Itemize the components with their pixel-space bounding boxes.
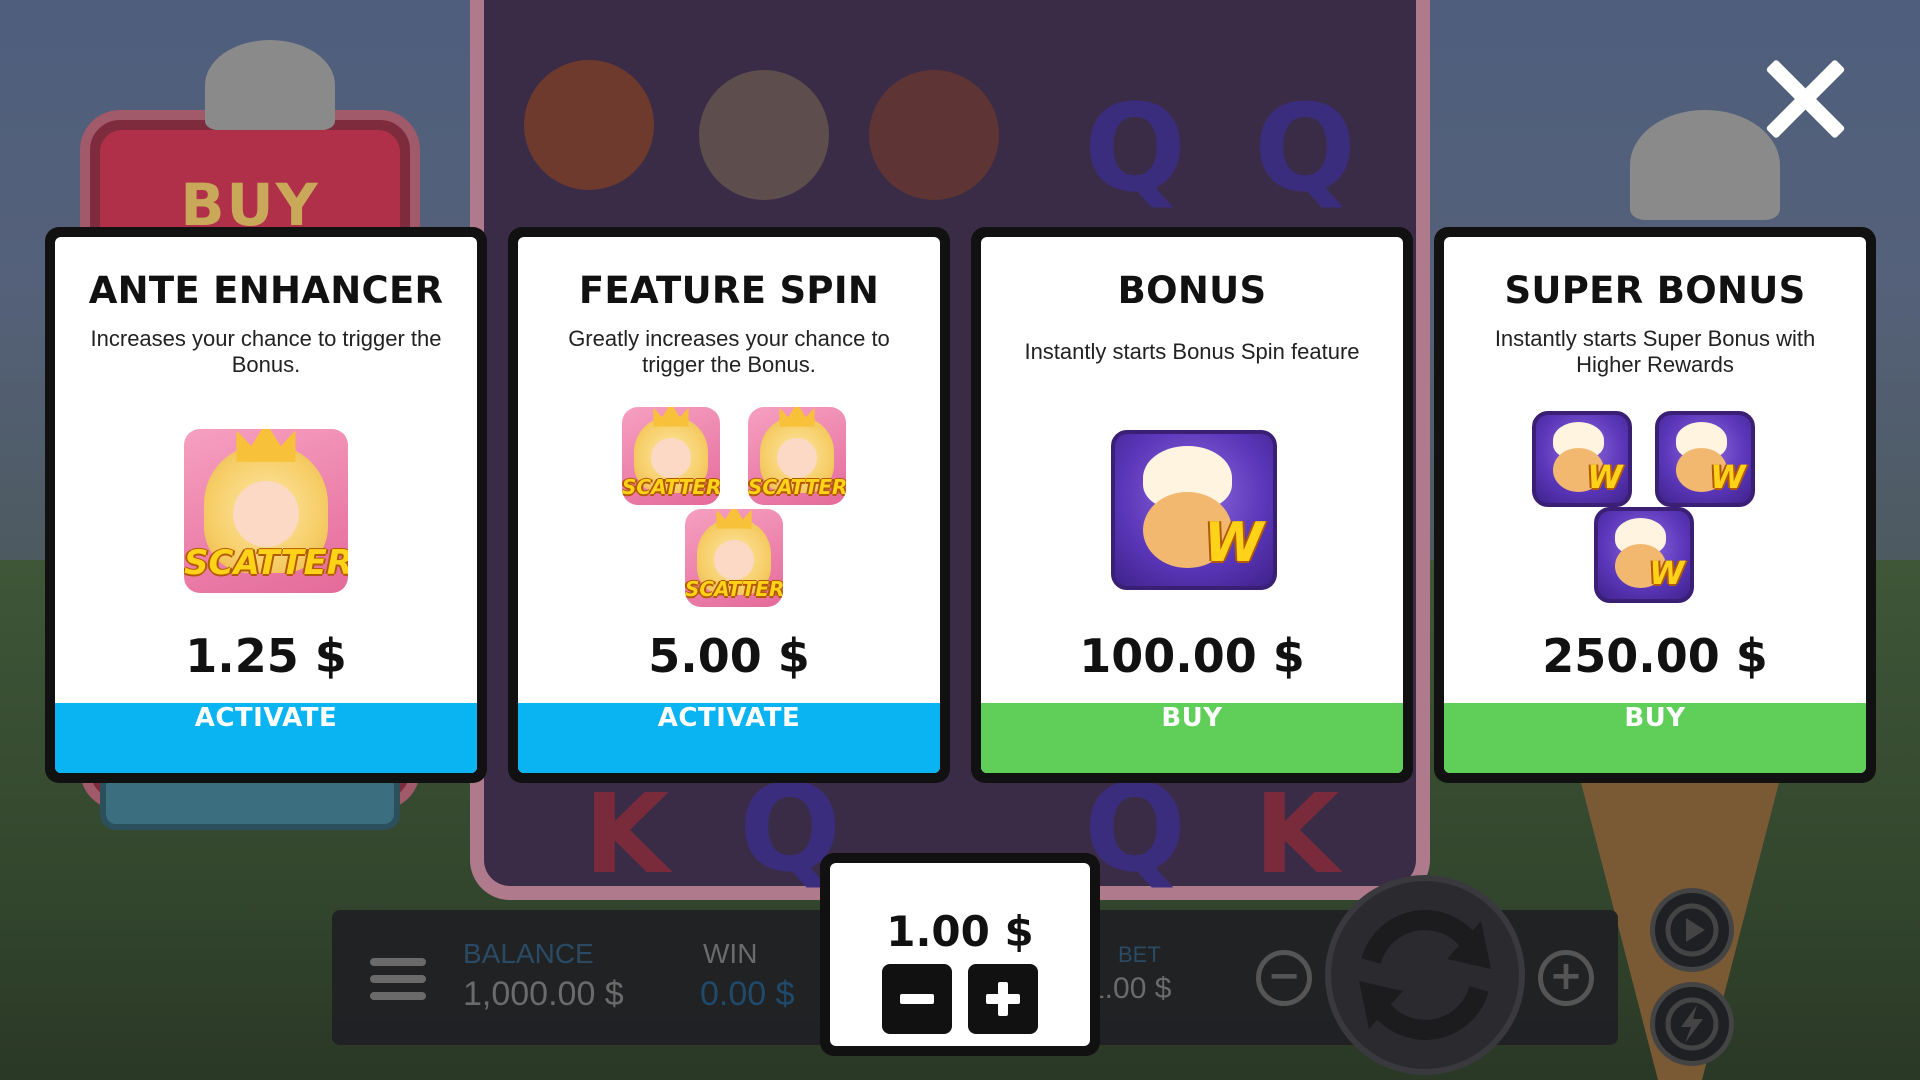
card-description: Instantly starts Bonus Spin feature: [1024, 339, 1360, 364]
scatter-label: SCATTER: [184, 543, 348, 584]
bet-value: 1.00 $: [1088, 972, 1172, 1005]
bet-minus-button[interactable]: [882, 964, 952, 1034]
card-description: Instantly starts Super Bonus with Higher…: [1494, 326, 1816, 377]
wild-symbol-icon: W: [1594, 507, 1694, 603]
wild-symbol-icon: W: [1532, 411, 1632, 507]
reel-letter-q: Q: [1254, 80, 1357, 219]
cupcake-decoration: [205, 40, 335, 130]
autoplay-button[interactable]: [1650, 888, 1734, 972]
reel-letter-k: K: [584, 770, 670, 898]
cupcake-symbol: [869, 70, 999, 200]
strawberry-symbol: [524, 60, 654, 190]
reel-letter-q: Q: [1084, 80, 1187, 219]
bet-popup-body: 1.00 $: [830, 863, 1090, 1046]
offer-card-feature-spin: FEATURE SPIN Greatly increases your chan…: [508, 227, 950, 783]
balance-label: BALANCE: [463, 938, 594, 969]
activate-button[interactable]: ACTIVATE: [55, 703, 477, 773]
wild-label: W: [1649, 553, 1685, 592]
bet-increase-button[interactable]: +: [1538, 950, 1594, 1006]
bet-label: BET: [1118, 942, 1161, 967]
offer-card-super-bonus: SUPER BONUS Instantly starts Super Bonus…: [1434, 227, 1876, 783]
spin-arrows-icon: [1359, 910, 1491, 1040]
scatter-symbol-icon: SCATTER: [685, 509, 783, 607]
offer-card-ante-enhancer: ANTE ENHANCER Increases your chance to t…: [45, 227, 487, 783]
bet-popup: 1.00 $: [820, 853, 1100, 1056]
activate-button[interactable]: ACTIVATE: [518, 703, 940, 773]
card-description: Greatly increases your chance to trigger…: [568, 326, 890, 377]
card-description: Increases your chance to trigger the Bon…: [90, 326, 442, 377]
win-value: 0.00 $: [700, 975, 795, 1013]
card-body: SUPER BONUS Instantly starts Super Bonus…: [1444, 237, 1866, 773]
card-price: 250.00 $: [1542, 629, 1768, 683]
buy-button[interactable]: BUY: [1444, 703, 1866, 773]
wild-symbol-icon: W: [1111, 430, 1277, 590]
offer-card-bonus: BONUS Instantly starts Bonus Spin featur…: [971, 227, 1413, 783]
buy-button[interactable]: BUY: [981, 703, 1403, 773]
bet-plus-button[interactable]: [968, 964, 1038, 1034]
scatter-label: SCATTER: [685, 577, 783, 602]
wild-label: W: [1203, 510, 1264, 574]
card-title: BONUS: [1117, 269, 1267, 312]
card-price: 5.00 $: [648, 629, 810, 683]
scatter-symbol-icon: SCATTER: [184, 429, 348, 593]
wild-label: W: [1710, 457, 1746, 496]
scatter-label: SCATTER: [748, 475, 846, 500]
scatter-symbol-icon: SCATTER: [748, 407, 846, 505]
close-icon[interactable]: [1760, 54, 1850, 144]
reel-letter-k: K: [1254, 770, 1340, 898]
scatter-symbol-icon: SCATTER: [622, 407, 720, 505]
wild-label: W: [1587, 457, 1623, 496]
lightning-icon: [1665, 997, 1719, 1051]
play-icon: [1665, 903, 1719, 957]
card-title: SUPER BONUS: [1504, 269, 1806, 312]
card-price: 1.25 $: [185, 629, 347, 683]
wild-symbol-icon: W: [1655, 411, 1755, 507]
scatter-label: SCATTER: [622, 475, 720, 500]
minus-icon: [900, 994, 934, 1004]
bet-amount: 1.00 $: [886, 907, 1034, 956]
turbo-button[interactable]: [1650, 982, 1734, 1066]
card-price: 100.00 $: [1079, 629, 1305, 683]
card-title: FEATURE SPIN: [578, 269, 880, 312]
win-label: WIN: [703, 938, 758, 969]
card-title: ANTE ENHANCER: [88, 269, 444, 312]
card-body: ANTE ENHANCER Increases your chance to t…: [55, 237, 477, 773]
hamburger-menu-icon[interactable]: [370, 958, 426, 1002]
bet-decrease-button[interactable]: −: [1256, 950, 1312, 1006]
cupcake-decoration: [1630, 110, 1780, 220]
spin-button[interactable]: [1325, 875, 1525, 1075]
balance-value: 1,000.00 $: [463, 975, 624, 1013]
cupcake-symbol: [699, 70, 829, 200]
card-body: FEATURE SPIN Greatly increases your chan…: [518, 237, 940, 773]
card-body: BONUS Instantly starts Bonus Spin featur…: [981, 237, 1403, 773]
